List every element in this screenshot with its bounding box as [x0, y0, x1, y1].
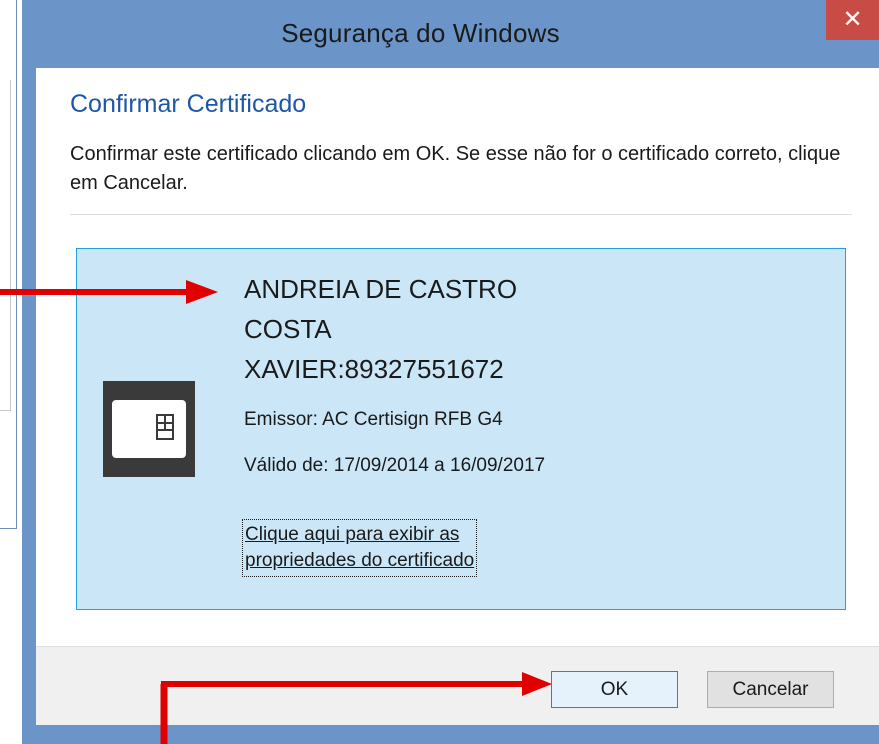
certificate-properties-link[interactable]: Clique aqui para exibir as propriedades …: [242, 519, 478, 577]
background-window: [0, 0, 17, 529]
window-title: Segurança do Windows: [281, 18, 560, 48]
smartcard-icon: [103, 381, 195, 477]
background-window-panel: [0, 80, 11, 411]
link-line: propriedades do certificado: [245, 550, 475, 571]
dialog-heading: Confirmar Certificado: [70, 90, 307, 118]
certificate-subject-line: COSTA: [244, 314, 332, 344]
ok-button[interactable]: OK: [551, 671, 678, 708]
certificate-issuer: Emissor: AC Certisign RFB G4: [244, 409, 503, 430]
link-line: Clique aqui para exibir as: [245, 524, 460, 545]
close-button[interactable]: ✕: [826, 0, 879, 40]
cancel-button[interactable]: Cancelar: [707, 671, 834, 708]
security-dialog: Segurança do Windows ✕ Confirmar Certifi…: [22, 0, 879, 744]
separator: [70, 214, 852, 215]
certificate-validity: Válido de: 17/09/2014 a 16/09/2017: [244, 455, 546, 476]
certificate-subject-line: XAVIER:89327551672: [244, 354, 504, 384]
certificate-subject-line: ANDREIA DE CASTRO: [244, 274, 518, 304]
button-bar: OK Cancelar: [36, 646, 879, 725]
close-icon: ✕: [842, 6, 863, 33]
certificate-subject: ANDREIA DE CASTRO COSTA XAVIER:893275516…: [244, 269, 517, 389]
chip-icon: [156, 414, 174, 440]
certificate-tile[interactable]: ANDREIA DE CASTRO COSTA XAVIER:893275516…: [76, 248, 846, 610]
dialog-content: Confirmar Certificado Confirmar este cer…: [36, 68, 879, 646]
title-bar[interactable]: Segurança do Windows ✕: [22, 0, 879, 68]
dialog-description: Confirmar este certificado clicando em O…: [70, 143, 841, 194]
card-shape: [112, 400, 186, 458]
